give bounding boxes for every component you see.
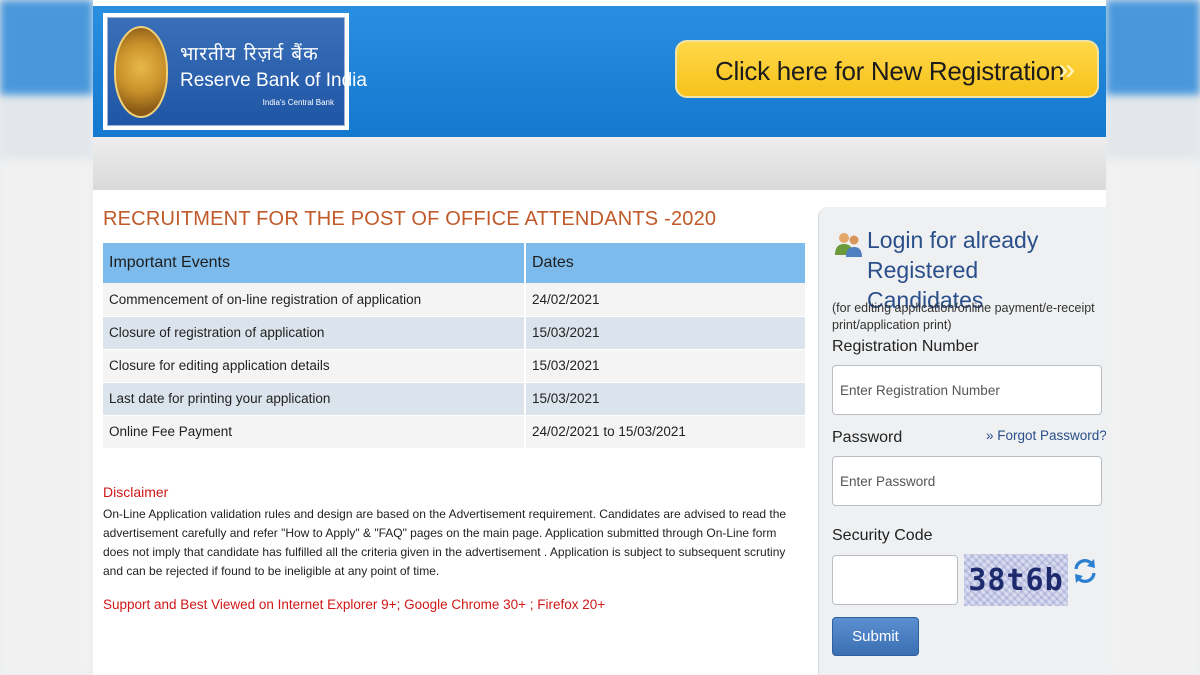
new-registration-label: Click here for New Registration — [715, 56, 1065, 86]
event-cell: Closure of registration of application — [103, 316, 526, 350]
table-row: Online Fee Payment 24/02/2021 to 15/03/2… — [103, 415, 807, 449]
event-cell: Last date for printing your application — [103, 382, 526, 416]
logo-english-text: Reserve Bank of India — [180, 70, 367, 91]
sub-header-bar — [93, 137, 1106, 190]
users-icon — [835, 233, 862, 257]
table-row: Closure of registration of application 1… — [103, 316, 807, 350]
double-chevron-right-icon: » — [1058, 53, 1075, 86]
login-panel: Login for already Registered Candidates … — [818, 207, 1106, 675]
disclaimer-heading: Disclaimer — [103, 484, 169, 500]
date-cell: 15/03/2021 — [525, 382, 807, 416]
background-left-blur — [0, 0, 93, 675]
event-cell: Online Fee Payment — [103, 415, 526, 449]
registration-number-input[interactable] — [832, 365, 1102, 415]
date-cell: 24/02/2021 — [525, 283, 807, 317]
table-row: Commencement of on-line registration of … — [103, 283, 807, 317]
rbi-seal-icon — [114, 26, 168, 118]
date-cell: 15/03/2021 — [525, 316, 807, 350]
refresh-icon[interactable] — [1073, 557, 1097, 585]
table-row: Closure for editing application details … — [103, 349, 807, 383]
password-input[interactable] — [832, 456, 1102, 506]
rbi-logo: भारतीय रिज़र्व बैंक Reserve Bank of Indi… — [103, 13, 367, 130]
logo-hindi-text: भारतीय रिज़र्व बैंक — [180, 43, 319, 65]
table-header-events: Important Events — [103, 243, 526, 283]
event-cell: Commencement of on-line registration of … — [103, 283, 526, 317]
browser-support-note: Support and Best Viewed on Internet Expl… — [103, 597, 606, 612]
background-right-blur — [1106, 0, 1200, 675]
captcha-image: 38t6b — [964, 554, 1068, 606]
page: भारतीय रिज़र्व बैंक Reserve Bank of Indi… — [93, 0, 1106, 675]
login-note: (for editing application/online payment/… — [832, 301, 1095, 332]
date-cell: 24/02/2021 to 15/03/2021 — [525, 415, 807, 449]
table-row: Last date for printing your application … — [103, 382, 807, 416]
logo-tagline: India's Central Bank — [262, 98, 334, 107]
page-title: RECRUITMENT FOR THE POST OF OFFICE ATTEN… — [103, 208, 717, 230]
important-events-table: Important Events Dates Commencement of o… — [103, 243, 807, 449]
registration-number-label: Registration Number — [832, 338, 979, 355]
password-label: Password — [832, 429, 903, 446]
new-registration-button[interactable]: Click here for New Registration » — [675, 40, 1099, 98]
security-code-label: Security Code — [832, 527, 933, 544]
logo-inner: भारतीय रिज़र्व बैंक Reserve Bank of Indi… — [107, 17, 367, 126]
event-cell: Closure for editing application details — [103, 349, 526, 383]
header: भारतीय रिज़र्व बैंक Reserve Bank of Indi… — [93, 6, 1106, 137]
table-header-row: Important Events Dates — [103, 243, 807, 283]
disclaimer-text: On-Line Application validation rules and… — [103, 507, 787, 578]
date-cell: 15/03/2021 — [525, 349, 807, 383]
forgot-password-link[interactable]: » Forgot Password? — [986, 428, 1106, 443]
table-header-dates: Dates — [525, 243, 807, 283]
submit-button[interactable]: Submit — [832, 617, 919, 656]
security-code-input[interactable] — [832, 555, 958, 605]
